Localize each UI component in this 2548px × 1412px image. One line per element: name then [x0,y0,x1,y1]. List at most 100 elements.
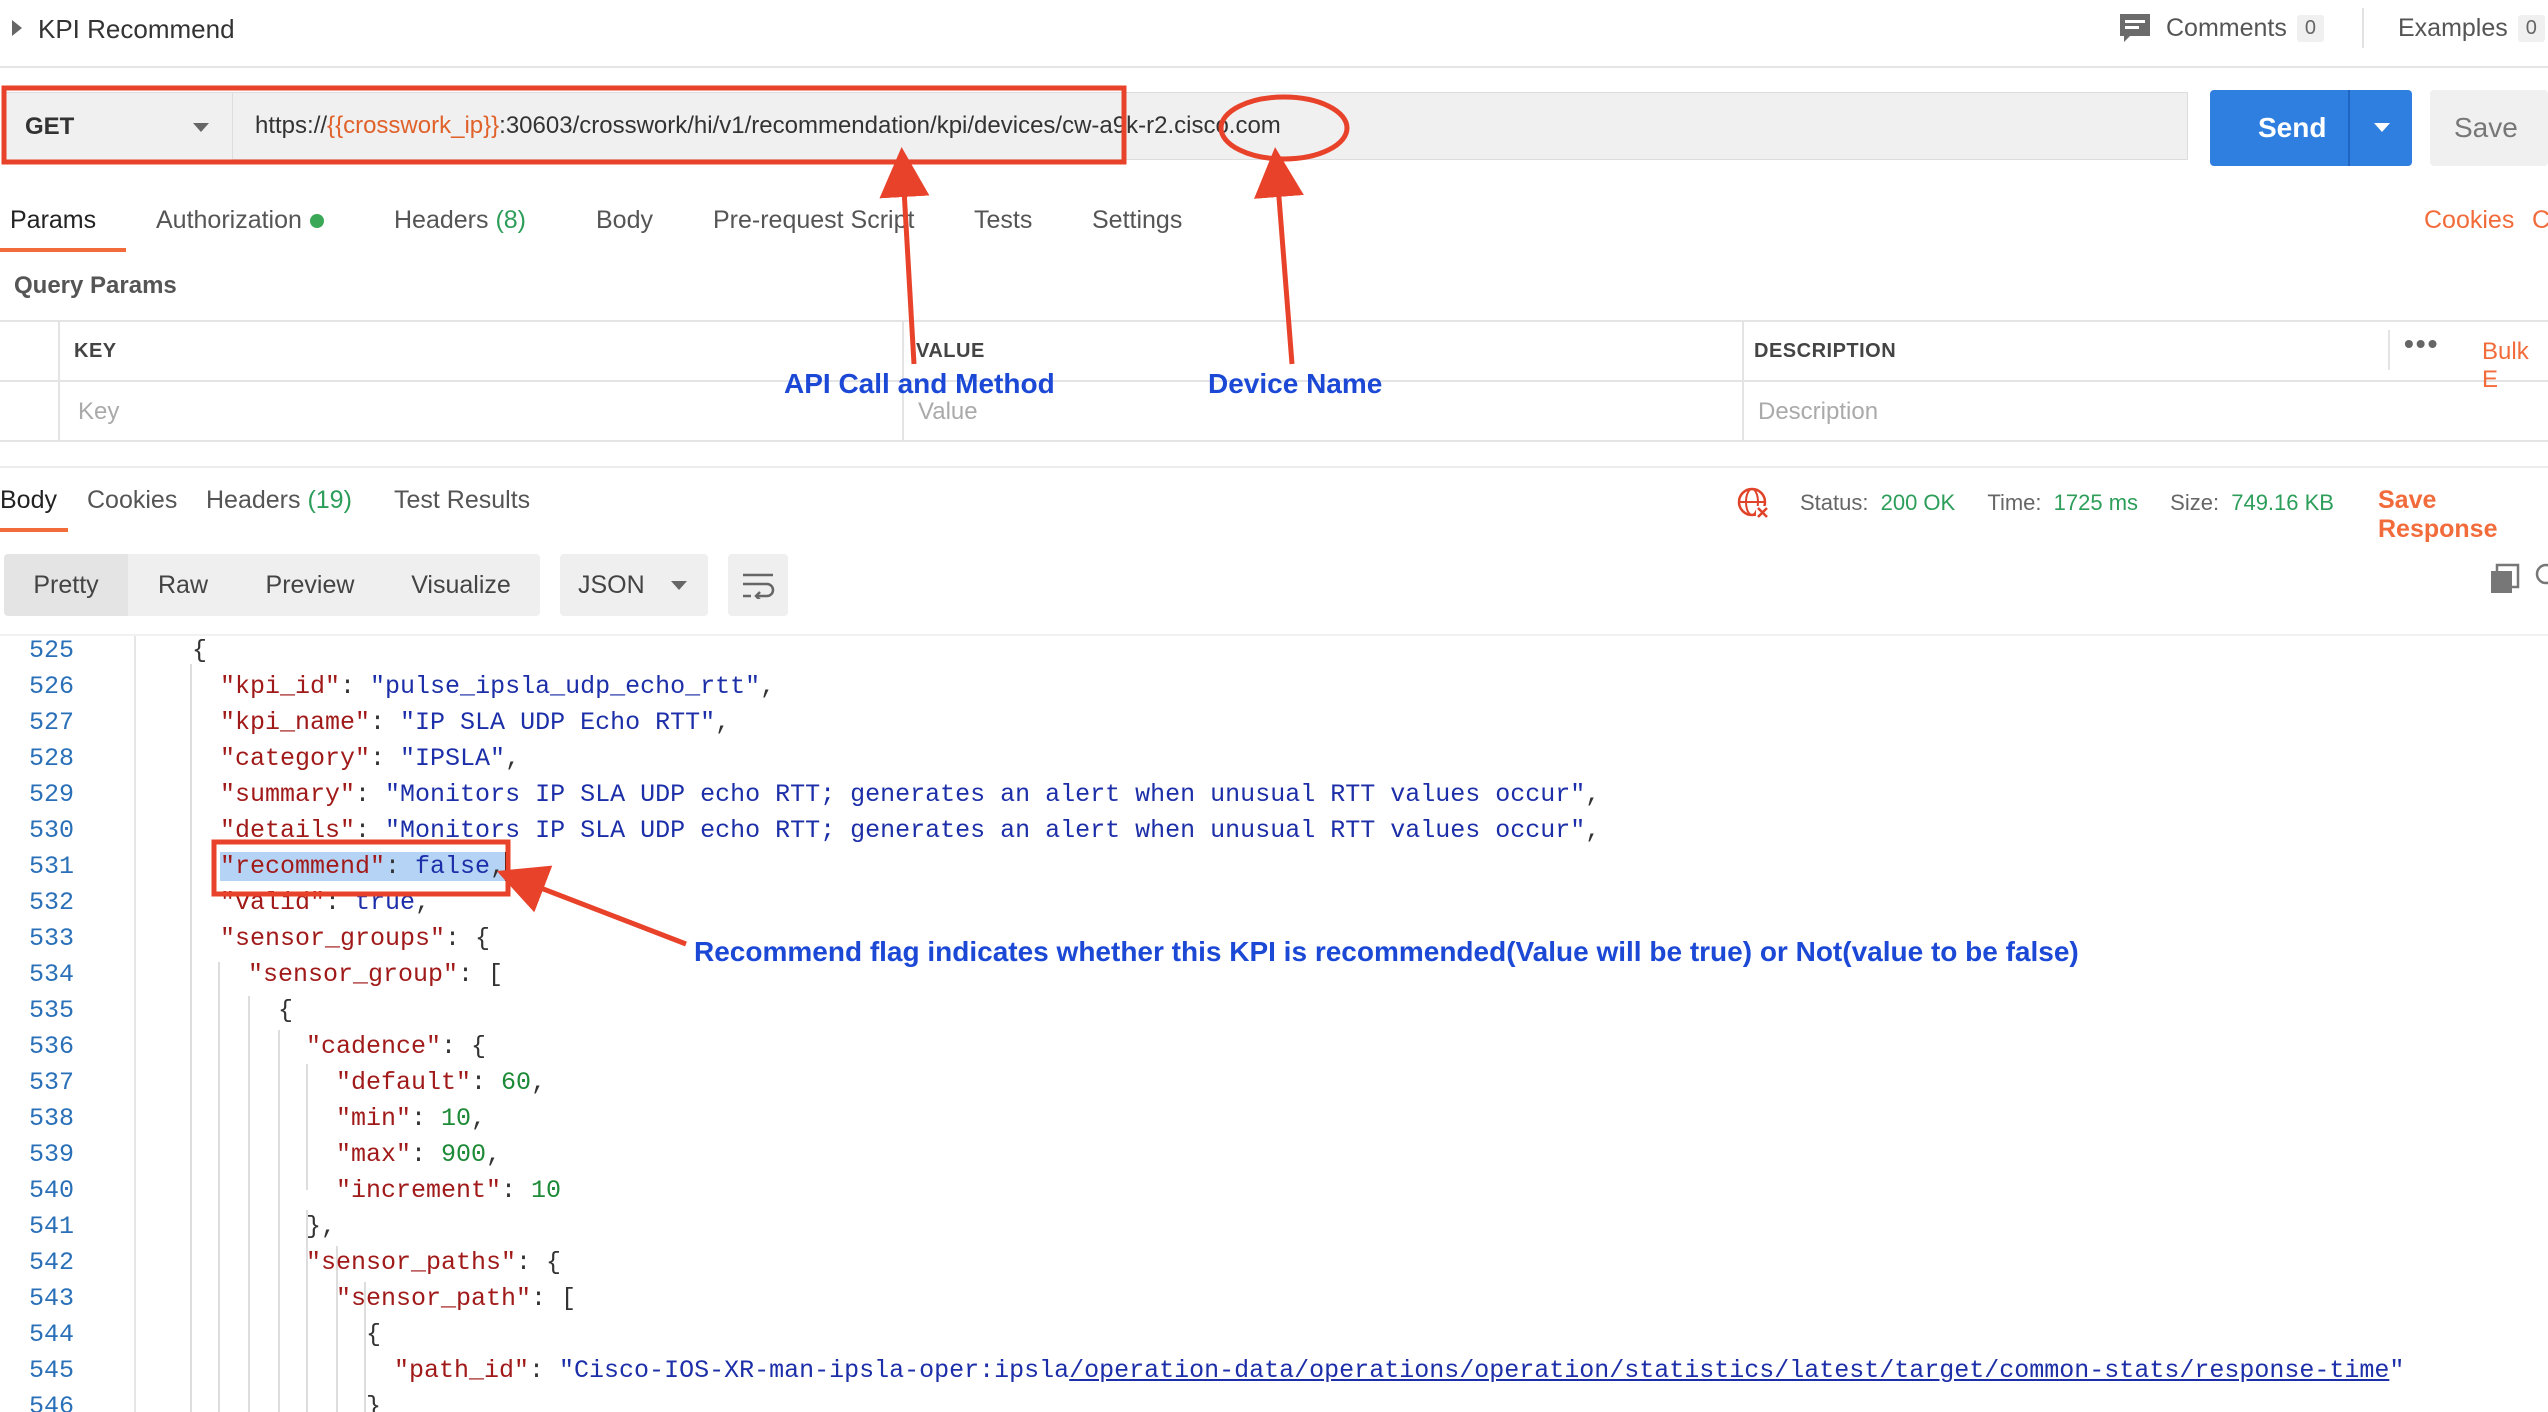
format-select[interactable]: JSON [560,554,708,616]
tab-body[interactable]: Body [596,206,653,235]
line-number: 542 [28,1248,74,1277]
code-line: { [278,996,294,1025]
globe-icon[interactable] [1736,486,1770,520]
time-value: 1725 ms [2053,490,2139,515]
tab-headers[interactable]: Headers (8) [394,206,526,235]
tab-settings[interactable]: Settings [1092,206,1182,235]
key-input[interactable]: Key [78,398,119,426]
description-input[interactable]: Description [1758,398,1878,426]
json-value-link[interactable]: /operation-data/operations/operation/sta… [1069,1356,2389,1385]
time-label: Time: [1987,490,2042,515]
active-tab-indicator [0,528,68,532]
url-text: https://{{crosswork_ip}}:30603/crosswork… [255,112,1281,140]
annotation-device-name: Device Name [1208,368,1383,399]
url-input[interactable]: https://{{crosswork_ip}}:30603/crosswork… [232,92,2188,160]
url-path: :30603/crosswork/hi/v1/recommendation/kp… [499,112,1063,139]
method-select[interactable]: GET [4,92,233,162]
save-button[interactable]: Save [2430,90,2548,166]
tab-tests[interactable]: Tests [974,206,1032,235]
line-number: 526 [28,672,74,701]
annotation-api-call: API Call and Method [784,368,1055,399]
response-stats: Status: 200 OK Time: 1725 ms Size: 749.1… [1800,490,2334,516]
code-link[interactable]: C [2532,206,2548,235]
copy-icon[interactable] [2488,562,2522,596]
tab-authorization[interactable]: Authorization [156,206,324,235]
line-number: 530 [28,816,74,845]
code-line: "default": 60, [336,1068,547,1097]
cookies-link[interactable]: Cookies [2424,206,2514,235]
code-line: } [366,1392,382,1412]
json-value: "IP SLA UDP Echo RTT" [400,708,716,737]
tab-response-headers[interactable]: Headers (19) [206,486,352,515]
json-key: "sensor_path" [336,1284,532,1313]
view-visualize-button[interactable]: Visualize [382,554,540,616]
json-key: "sensor_groups" [220,924,446,953]
line-number: 540 [28,1176,74,1205]
search-icon[interactable] [2534,560,2548,596]
view-raw-button[interactable]: Raw [128,554,238,616]
tab-prerequest-script[interactable]: Pre-request Script [713,206,914,235]
wrap-icon [743,573,775,599]
line-number: 541 [28,1212,74,1241]
line-number: 533 [28,924,74,953]
line-number: 528 [28,744,74,773]
chevron-down-icon [193,122,209,132]
text-cursor [505,852,508,881]
wrap-lines-button[interactable] [728,554,788,616]
json-value: "IPSLA" [400,744,506,773]
selected-code-line: "recommend": false, [220,852,508,881]
value-input[interactable]: Value [918,398,978,426]
view-pretty-button[interactable]: Pretty [4,554,128,616]
line-number: 537 [28,1068,74,1097]
tab-headers-count: (8) [495,206,527,234]
code-line: "min": 10, [336,1104,487,1133]
api-call-arrow [879,147,930,365]
json-value: "Monitors IP SLA UDP echo RTT; generates… [385,780,1586,809]
json-value: 10 [531,1176,562,1205]
gutter-border [134,636,136,1412]
tab-response-headers-count: (19) [307,486,352,514]
send-button[interactable]: Send [2210,90,2412,166]
view-preview-button[interactable]: Preview [238,554,382,616]
tab-headers-label: Headers [394,206,489,234]
comments-button[interactable]: Comments 0 [2118,10,2324,46]
code-line: "sensor_group": [ [248,960,504,989]
json-value: 60 [501,1068,532,1097]
request-title[interactable]: KPI Recommend [38,14,235,45]
tab-response-headers-label: Headers [206,486,301,514]
bulk-edit-link[interactable]: Bulk E [2482,338,2548,394]
tab-params[interactable]: Params [10,206,96,235]
json-value: "Cisco-IOS-XR-man-ipsla-oper:ipsla [559,1356,1070,1385]
url-device: cw-a9k-r2.cisco.com [1062,112,1281,139]
more-options-icon[interactable]: ••• [2404,328,2439,360]
column-header-value: VALUE [916,340,985,362]
line-number: 546 [28,1392,74,1412]
size-label: Size: [2170,490,2220,515]
code-line: "sensor_groups": { [220,924,491,953]
tab-test-results[interactable]: Test Results [394,486,530,515]
status-label: Status: [1800,490,1869,515]
line-number: 534 [28,960,74,989]
json-key: "sensor_paths" [306,1248,517,1277]
size-value: 749.16 KB [2231,490,2334,515]
line-number: 545 [28,1356,74,1385]
format-label: JSON [578,570,645,599]
examples-count: 0 [2517,14,2545,42]
line-number: 525 [28,636,74,665]
code-line: { [192,636,208,665]
response-body-viewer[interactable]: 525 526 527 528 529 530 531 532 533 534 … [0,636,2548,1412]
code-line: "valid": true, [220,888,431,917]
save-response-button[interactable]: Save Response [2378,486,2548,544]
examples-button[interactable]: Examples 0 [2398,10,2545,46]
tab-response-cookies[interactable]: Cookies [87,486,177,515]
json-key: "path_id" [394,1356,530,1385]
method-label: GET [25,113,75,140]
send-options-chevron-icon[interactable] [2374,123,2390,132]
code-line: "sensor_paths": { [306,1248,562,1277]
save-label: Save [2454,112,2518,143]
collapse-caret-icon[interactable] [12,20,22,36]
divider [2362,8,2364,48]
tab-response-body[interactable]: Body [0,486,57,515]
code-line: "max": 900, [336,1140,502,1169]
status-value: 200 OK [1880,490,1956,515]
